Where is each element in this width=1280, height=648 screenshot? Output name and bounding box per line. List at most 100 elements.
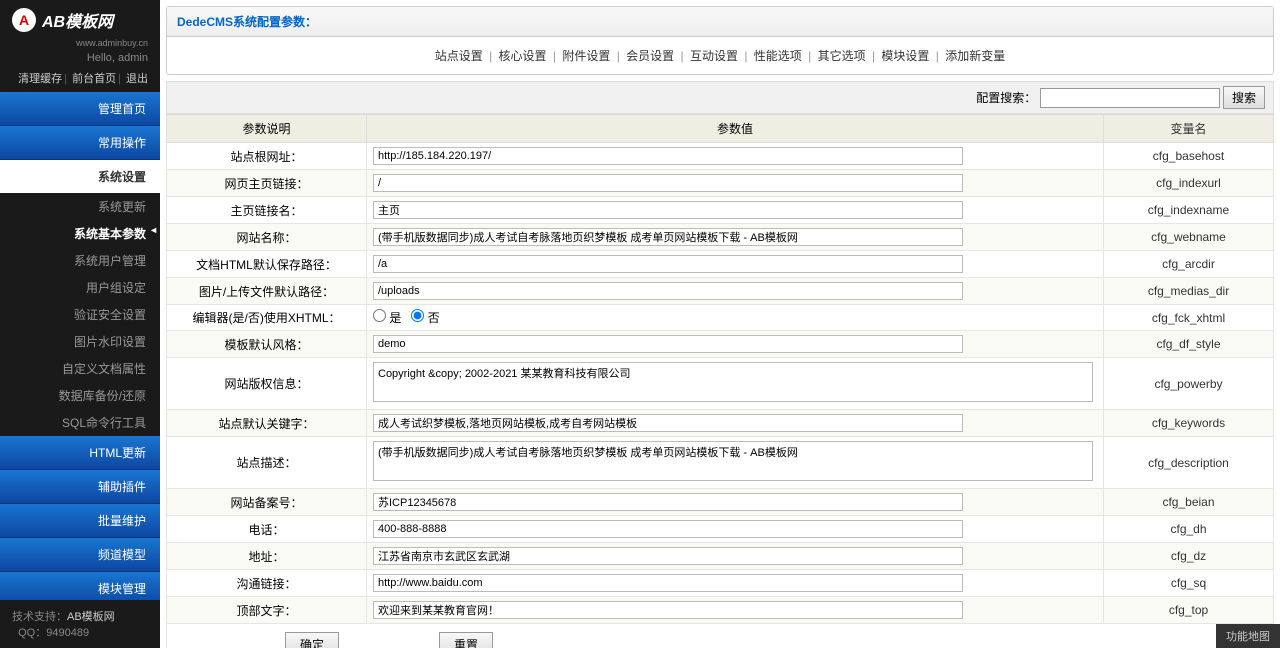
nav-sub-3[interactable]: 用户组设定 <box>0 274 160 301</box>
table-row: 顶部文字：cfg_top <box>167 597 1274 624</box>
row-value <box>367 331 1104 358</box>
front-link[interactable]: 前台首页 <box>72 73 116 85</box>
nav-sub-7[interactable]: 数据库备份/还原 <box>0 382 160 409</box>
tab-6[interactable]: 其它选项 <box>818 49 866 63</box>
nav-group-2[interactable]: 批量维护 <box>0 504 160 538</box>
clear-cache-link[interactable]: 清理缓存 <box>18 73 62 85</box>
input-cfg_indexname[interactable] <box>373 201 963 219</box>
row-label: 网站名称： <box>167 224 367 251</box>
row-label: 网站备案号： <box>167 489 367 516</box>
ok-button[interactable]: 确定 <box>285 632 339 648</box>
panel: DedeCMS系统配置参数： 站点设置 | 核心设置 | 附件设置 | 会员设置… <box>166 6 1274 75</box>
nav-common[interactable]: 常用操作 <box>0 126 160 160</box>
row-value <box>367 278 1104 305</box>
table-row: 站点根网址：cfg_basehost <box>167 143 1274 170</box>
tab-4[interactable]: 互动设置 <box>690 49 738 63</box>
table-row: 模板默认风格：cfg_df_style <box>167 331 1274 358</box>
search-input[interactable] <box>1040 88 1220 108</box>
nav-sub-0[interactable]: 系统更新 <box>0 193 160 220</box>
th-var: 变量名 <box>1104 115 1274 143</box>
radio-cfg_fck_xhtml-0[interactable] <box>373 309 386 322</box>
input-cfg_beian[interactable] <box>373 493 963 511</box>
input-cfg_arcdir[interactable] <box>373 255 963 273</box>
tab-2[interactable]: 附件设置 <box>562 49 610 63</box>
input-cfg_webname[interactable] <box>373 228 963 246</box>
table-row: 网页主页链接：cfg_indexurl <box>167 170 1274 197</box>
tab-8[interactable]: 添加新变量 <box>945 49 1005 63</box>
input-cfg_sq[interactable] <box>373 574 963 592</box>
nav-home[interactable]: 管理首页 <box>0 92 160 126</box>
row-value <box>367 489 1104 516</box>
input-cfg_keywords[interactable] <box>373 414 963 432</box>
table-row: 网站备案号：cfg_beian <box>167 489 1274 516</box>
row-label: 站点默认关键字： <box>167 410 367 437</box>
row-value <box>367 224 1104 251</box>
footer: 技术支持：AB模板网 QQ：9490489 <box>0 600 160 648</box>
nav-sub-5[interactable]: 图片水印设置 <box>0 328 160 355</box>
input-cfg_dh[interactable] <box>373 520 963 538</box>
panel-title: DedeCMS系统配置参数： <box>167 7 1273 37</box>
row-value <box>367 143 1104 170</box>
table-row: 站点默认关键字： cfg_keywords <box>167 410 1274 437</box>
nav-group-0[interactable]: HTML更新 <box>0 436 160 470</box>
reset-button[interactable]: 重置 <box>439 632 493 648</box>
tab-7[interactable]: 模块设置 <box>881 49 929 63</box>
table-row: 沟通链接： cfg_sq <box>167 570 1274 597</box>
nav-group-4[interactable]: 模块管理 <box>0 572 160 600</box>
row-var: cfg_medias_dir <box>1104 278 1274 305</box>
nav: 管理首页 常用操作 系统设置 系统更新系统基本参数系统用户管理用户组设定验证安全… <box>0 92 160 600</box>
footer-link[interactable]: AB模板网 <box>67 611 115 623</box>
row-label: 编辑器(是/否)使用XHTML： <box>167 305 367 331</box>
nav-sub-1[interactable]: 系统基本参数 <box>0 220 160 247</box>
input-cfg_dz[interactable] <box>373 547 963 565</box>
row-value: 是 否 <box>367 305 1104 331</box>
nav-sub-8[interactable]: SQL命令行工具 <box>0 409 160 436</box>
row-value <box>367 437 1104 489</box>
th-value: 参数值 <box>367 115 1104 143</box>
row-value <box>367 570 1104 597</box>
nav-group-3[interactable]: 频道模型 <box>0 538 160 572</box>
input-cfg_medias_dir[interactable] <box>373 282 963 300</box>
tab-3[interactable]: 会员设置 <box>626 49 674 63</box>
nav-group-1[interactable]: 辅助插件 <box>0 470 160 504</box>
row-var: cfg_sq <box>1104 570 1274 597</box>
search-button[interactable]: 搜索 <box>1223 86 1265 109</box>
input-cfg_top[interactable] <box>373 601 963 619</box>
row-label: 网页主页链接： <box>167 170 367 197</box>
bottom-bar[interactable]: 功能地图 <box>1216 624 1280 648</box>
row-label: 沟通链接： <box>167 570 367 597</box>
textarea-cfg_powerby[interactable] <box>373 362 1093 402</box>
row-var: cfg_keywords <box>1104 410 1274 437</box>
row-var: cfg_description <box>1104 437 1274 489</box>
row-var: cfg_powerby <box>1104 358 1274 410</box>
radio-cfg_fck_xhtml-1[interactable] <box>411 309 424 322</box>
tab-5[interactable]: 性能选项 <box>754 49 802 63</box>
nav-sub-2[interactable]: 系统用户管理 <box>0 247 160 274</box>
table-row: 文档HTML默认保存路径：cfg_arcdir <box>167 251 1274 278</box>
input-cfg_indexurl[interactable] <box>373 174 963 192</box>
logout-link[interactable]: 退出 <box>126 73 148 85</box>
table-row: 网站名称：cfg_webname <box>167 224 1274 251</box>
row-value <box>367 197 1104 224</box>
hello-user: Hello, admin <box>0 48 160 68</box>
nav-system[interactable]: 系统设置 <box>0 160 160 193</box>
input-cfg_basehost[interactable] <box>373 147 963 165</box>
row-value <box>367 410 1104 437</box>
row-label: 地址： <box>167 543 367 570</box>
tab-1[interactable]: 核心设置 <box>499 49 547 63</box>
row-var: cfg_fck_xhtml <box>1104 305 1274 331</box>
table-row: 站点描述：cfg_description <box>167 437 1274 489</box>
logo-text: AB模板网 <box>42 8 113 32</box>
nav-sub-4[interactable]: 验证安全设置 <box>0 301 160 328</box>
table-row: 编辑器(是/否)使用XHTML： 是 否cfg_fck_xhtml <box>167 305 1274 331</box>
table-row: 电话：cfg_dh <box>167 516 1274 543</box>
row-var: cfg_basehost <box>1104 143 1274 170</box>
input-cfg_df_style[interactable] <box>373 335 963 353</box>
tab-0[interactable]: 站点设置 <box>435 49 483 63</box>
textarea-cfg_description[interactable] <box>373 441 1093 481</box>
sidebar: A AB模板网 www.adminbuy.cn Hello, admin 清理缓… <box>0 0 160 648</box>
row-label: 电话： <box>167 516 367 543</box>
row-label: 主页链接名： <box>167 197 367 224</box>
nav-sub-6[interactable]: 自定义文档属性 <box>0 355 160 382</box>
tabs: 站点设置 | 核心设置 | 附件设置 | 会员设置 | 互动设置 | 性能选项 … <box>167 37 1273 74</box>
